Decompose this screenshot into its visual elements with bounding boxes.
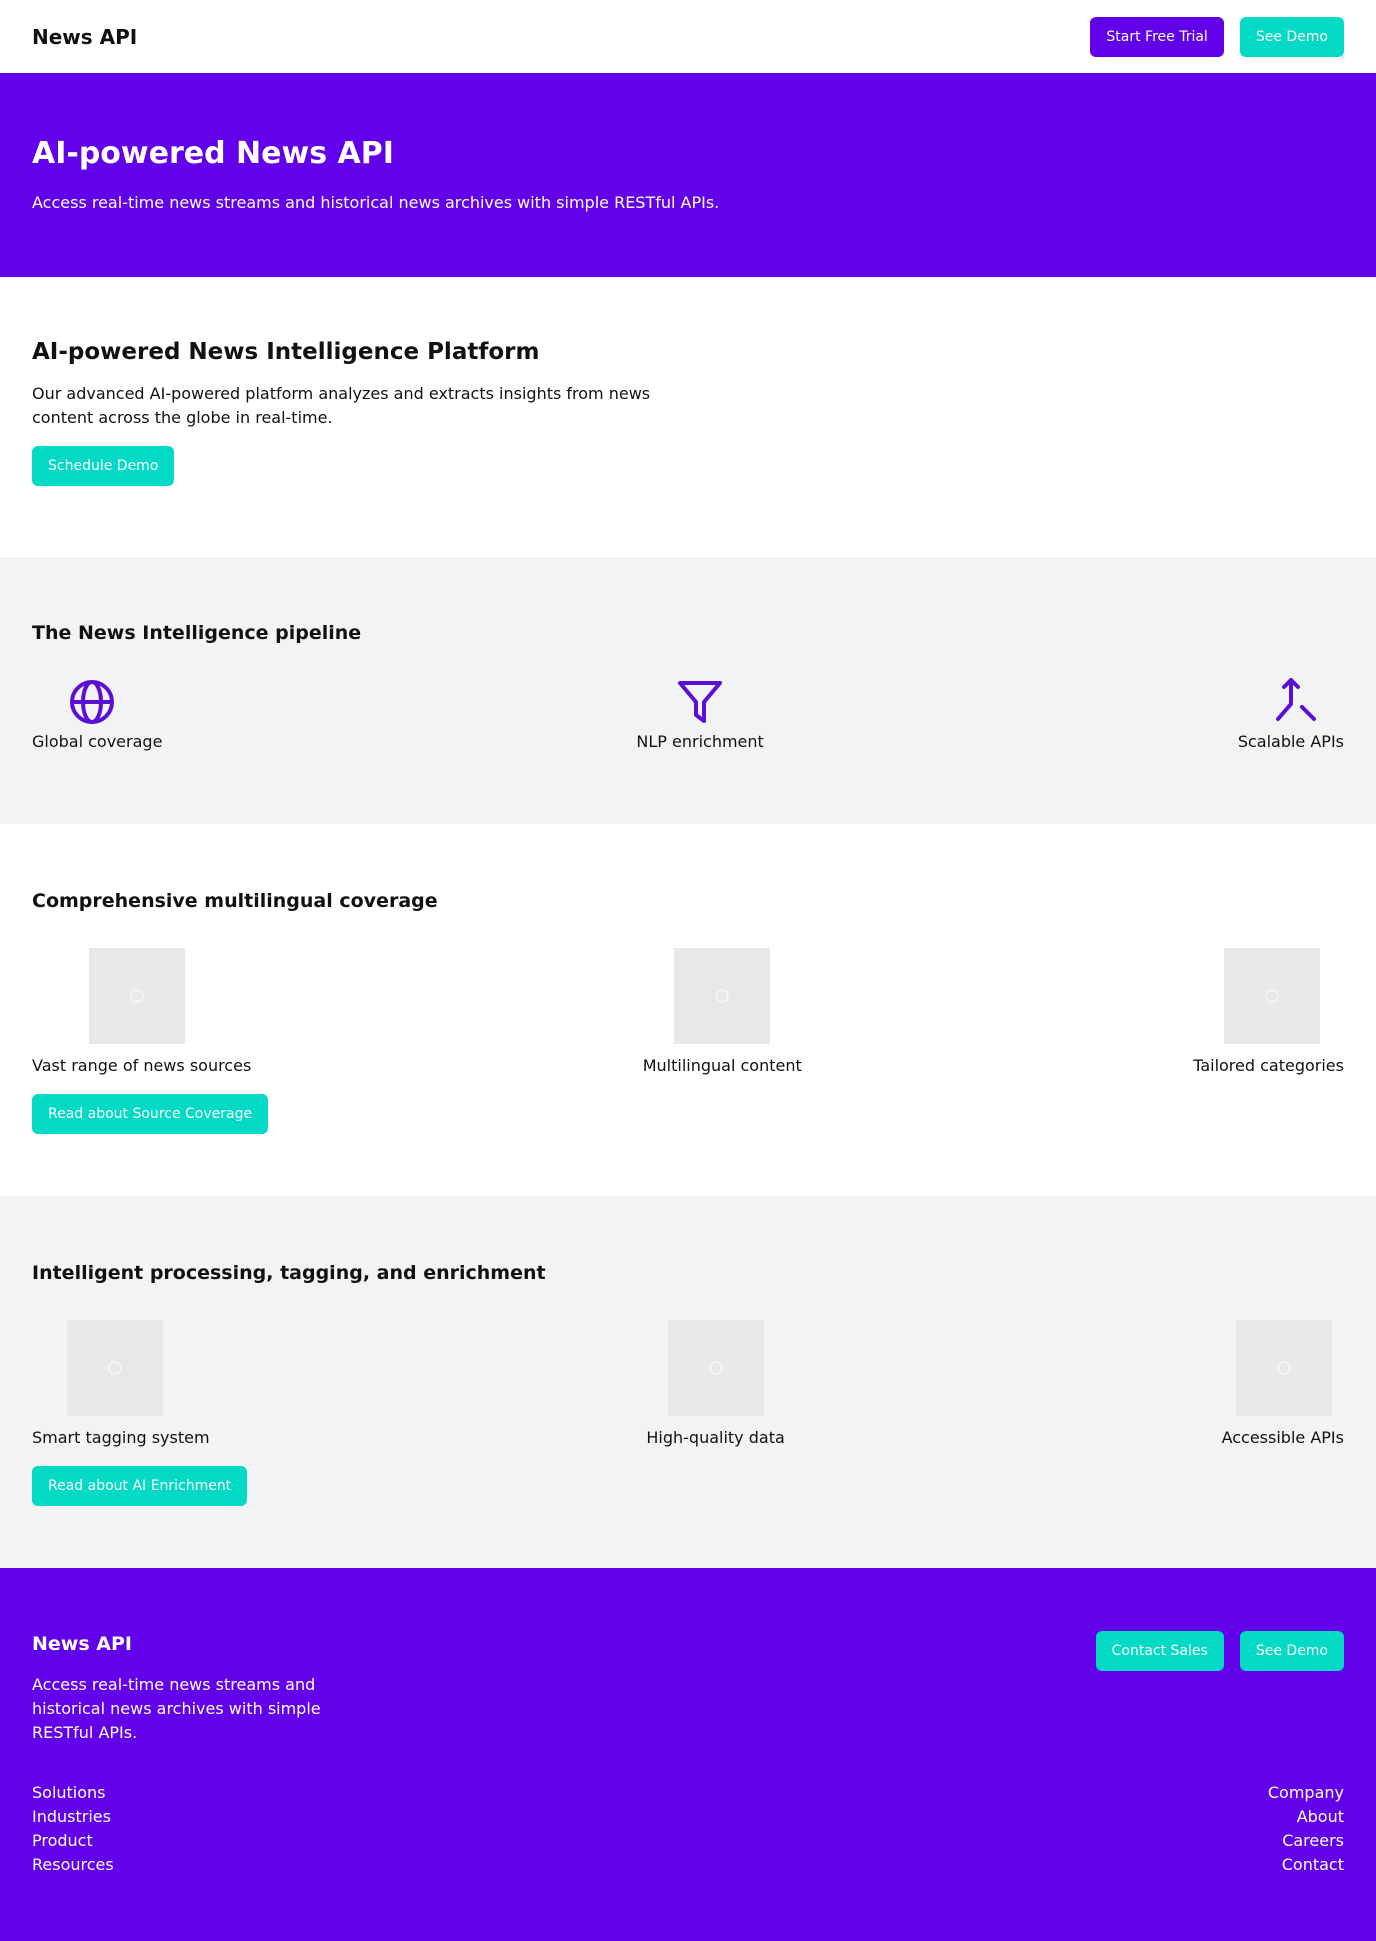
enrichment-title: Intelligent processing, tagging, and enr… — [32, 1262, 546, 1284]
site-footer: News API Access real-time news streams a… — [0, 1568, 1376, 1941]
coverage-row: Vast range of news sources Multilingual … — [32, 948, 1344, 1075]
footer-link-industries[interactable]: Industries — [32, 1805, 114, 1829]
site-header: News API Start Free Trial See Demo — [0, 0, 1376, 73]
platform-description: Our advanced AI-powered platform analyze… — [32, 384, 651, 427]
hero-section: AI-powered News API Access real-time new… — [0, 73, 1376, 277]
coverage-item: Tailored categories — [1193, 948, 1344, 1075]
image-icon — [1276, 1361, 1291, 1375]
coverage-item-label: Vast range of news sources — [32, 1056, 252, 1075]
enrichment-item: High-quality data — [646, 1320, 785, 1447]
footer-link-solutions[interactable]: Solutions — [32, 1781, 114, 1805]
pipeline-item: NLP enrichment — [636, 678, 764, 751]
enrichment-item: Accessible APIs — [1222, 1320, 1344, 1447]
pipeline-item-label: Global coverage — [32, 732, 163, 751]
globe-icon — [70, 680, 114, 724]
hero-subtitle: Access real-time news streams and histor… — [32, 193, 720, 212]
image-icon — [1264, 989, 1279, 1003]
pipeline-item-label: Scalable APIs — [1237, 732, 1344, 751]
enrichment-item: Smart tagging system — [32, 1320, 210, 1447]
platform-title: AI-powered News Intelligence Platform — [32, 339, 540, 365]
footer-description: Access real-time news streams and histor… — [32, 1675, 321, 1742]
image-icon — [715, 989, 730, 1003]
footer-actions: Contact Sales See Demo — [1095, 1631, 1344, 1671]
image-placeholder — [667, 1320, 764, 1416]
read-source-coverage-button[interactable]: Read about Source Coverage — [32, 1094, 269, 1134]
hero-title: AI-powered News API — [32, 136, 394, 171]
read-ai-enrichment-button[interactable]: Read about AI Enrichment — [32, 1466, 248, 1506]
image-placeholder — [1235, 1320, 1332, 1416]
coverage-section: Comprehensive multilingual coverage Vast… — [0, 824, 1376, 1196]
filter-icon — [678, 681, 723, 723]
enrichment-item-label: High-quality data — [646, 1428, 785, 1447]
enrichment-section: Intelligent processing, tagging, and enr… — [0, 1196, 1376, 1568]
pipeline-title: The News Intelligence pipeline — [32, 622, 362, 644]
footer-link-product[interactable]: Product — [32, 1829, 114, 1853]
footer-link-resources[interactable]: Resources — [32, 1853, 114, 1877]
footer-top: News API Access real-time news streams a… — [32, 1631, 1344, 1745]
image-placeholder — [67, 1320, 163, 1416]
header-actions: Start Free Trial See Demo — [1090, 16, 1344, 57]
image-icon — [130, 989, 144, 1003]
image-icon — [108, 1361, 122, 1375]
start-free-trial-button[interactable]: Start Free Trial — [1090, 16, 1224, 57]
footer-links-right: Company About Careers Contact — [1268, 1781, 1344, 1877]
coverage-item: Multilingual content — [643, 948, 802, 1075]
enrichment-item-label: Smart tagging system — [32, 1428, 210, 1447]
pipeline-row: Global coverage NLP enrichment Scalable … — [32, 678, 1344, 751]
enrichment-item-label: Accessible APIs — [1221, 1428, 1344, 1447]
footer-link-about[interactable]: About — [1297, 1805, 1344, 1829]
footer-links-left: Solutions Industries Product Resources — [32, 1781, 114, 1877]
image-placeholder — [1223, 948, 1320, 1044]
schedule-demo-button[interactable]: Schedule Demo — [32, 446, 175, 486]
footer-see-demo-button[interactable]: See Demo — [1239, 1631, 1344, 1671]
footer-link-contact[interactable]: Contact — [1282, 1853, 1344, 1877]
image-placeholder — [89, 948, 185, 1044]
footer-brand-block: News API Access real-time news streams a… — [32, 1633, 322, 1745]
coverage-item-label: Multilingual content — [642, 1056, 802, 1075]
pipeline-item: Global coverage — [32, 678, 162, 751]
contact-sales-button[interactable]: Contact Sales — [1095, 1631, 1224, 1671]
footer-links: Solutions Industries Product Resources C… — [32, 1781, 1344, 1877]
image-placeholder — [674, 948, 771, 1044]
enrichment-row: Smart tagging system High-quality data A… — [32, 1320, 1344, 1447]
coverage-item-label: Tailored categories — [1193, 1056, 1344, 1075]
pipeline-section: The News Intelligence pipeline Global co… — [0, 557, 1376, 824]
brand-logo[interactable]: News API — [32, 25, 137, 49]
footer-brand[interactable]: News API — [32, 1633, 322, 1655]
image-icon — [708, 1361, 723, 1375]
pipeline-item: Scalable APIs — [1238, 678, 1344, 751]
merge-icon — [1276, 678, 1316, 721]
footer-link-company[interactable]: Company — [1268, 1781, 1344, 1805]
see-demo-button[interactable]: See Demo — [1239, 16, 1344, 57]
pipeline-item-label: NLP enrichment — [636, 732, 764, 751]
footer-link-careers[interactable]: Careers — [1282, 1829, 1344, 1853]
platform-section: AI-powered News Intelligence Platform Ou… — [0, 277, 1376, 557]
coverage-item: Vast range of news sources — [32, 948, 251, 1075]
coverage-title: Comprehensive multilingual coverage — [32, 890, 438, 912]
